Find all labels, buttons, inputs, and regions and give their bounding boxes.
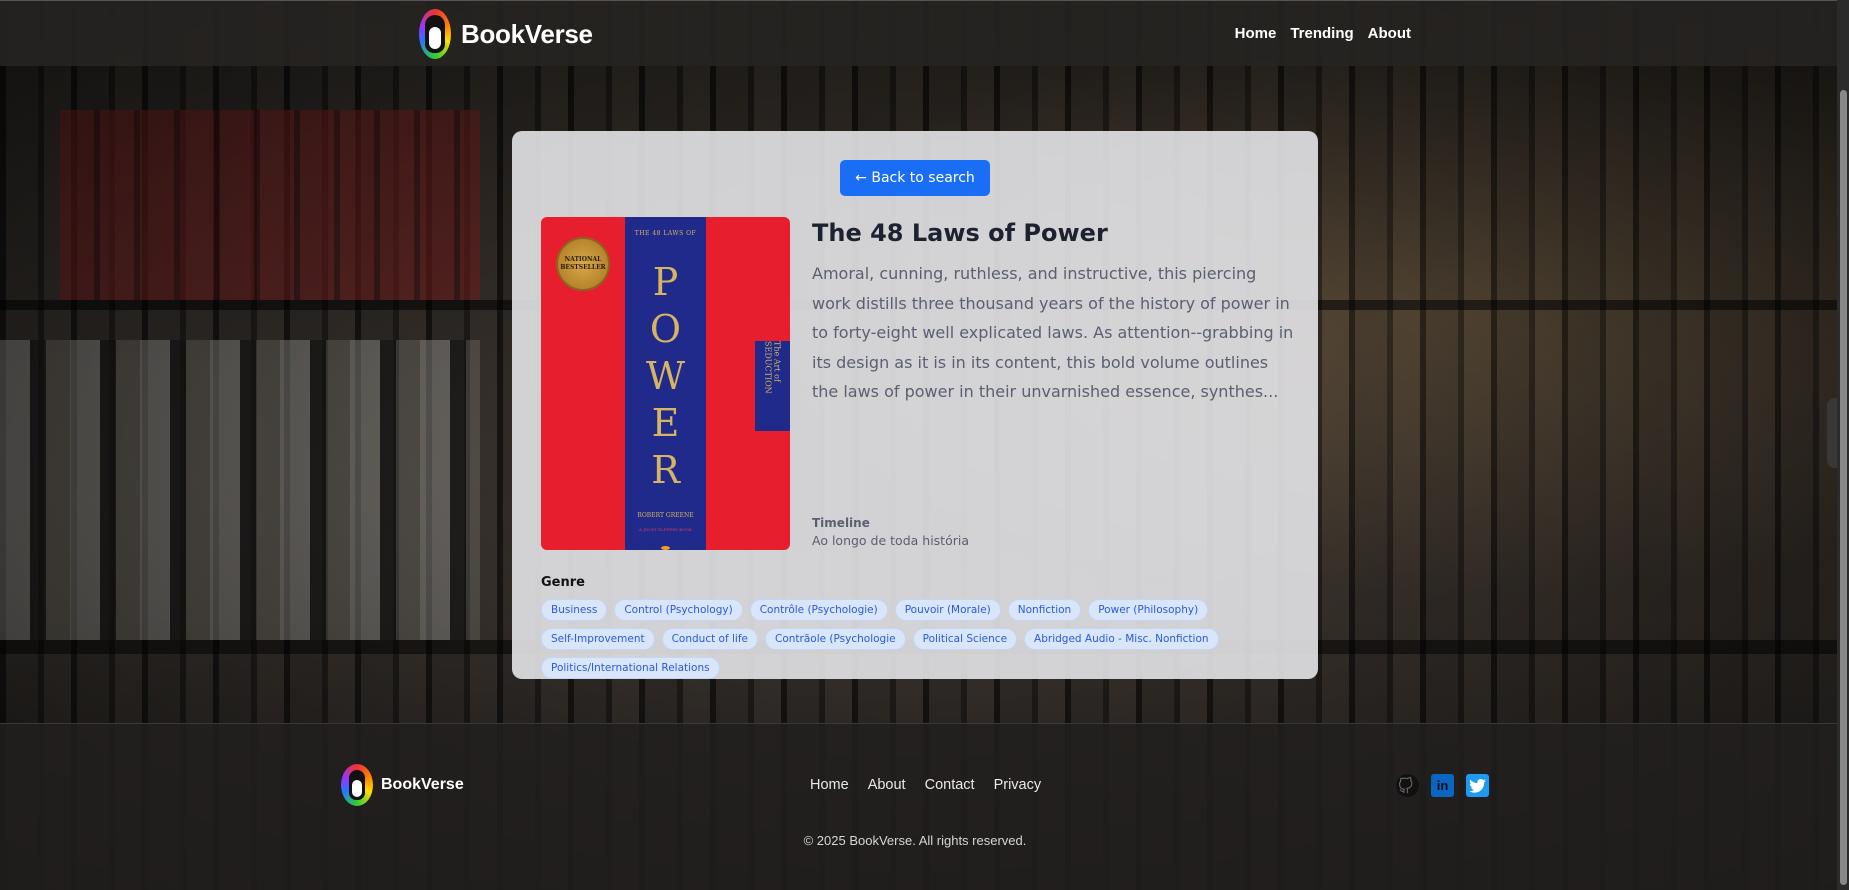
twitter-icon[interactable] <box>1466 774 1489 797</box>
site-footer: BookVerse Home About Contact Privacy in … <box>0 723 1837 890</box>
cover-side-text: The Art of SEDUCTION <box>755 341 790 431</box>
genre-tag[interactable]: Politics/International Relations <box>541 657 720 679</box>
book-cover-image: THE 48 LAWS OF POWER ROBERT GREENE A JOO… <box>541 217 790 550</box>
genre-tag[interactable]: Business <box>541 599 608 621</box>
footer-contact-link[interactable]: Contact <box>925 777 975 793</box>
nav-trending-link[interactable]: Trending <box>1290 25 1353 42</box>
timeline-label: Timeline <box>812 516 870 530</box>
book-title: The 48 Laws of Power <box>812 219 1108 247</box>
footer-brand-name: BookVerse <box>381 776 464 793</box>
genre-tag[interactable]: Self-Improvement <box>541 628 655 650</box>
cover-author: ROBERT GREENE <box>637 512 694 519</box>
cover-top-text: THE 48 LAWS OF <box>634 230 697 237</box>
genre-tag[interactable]: Control (Psychology) <box>614 599 743 621</box>
cover-subtitle: A JOOST ELFFERS BOOK <box>639 527 692 532</box>
nav-about-link[interactable]: About <box>1368 25 1411 42</box>
book-description: Amoral, cunning, ruthless, and instructi… <box>812 264 1294 401</box>
github-icon[interactable] <box>1396 774 1419 797</box>
genre-tag[interactable]: Political Science <box>912 628 1018 650</box>
book-detail-card: ← Back to search THE 48 LAWS OF POWER RO… <box>512 131 1318 679</box>
genre-tag-list: Business Control (Psychology) Contrôle (… <box>541 599 1301 679</box>
genre-tag[interactable]: Abridged Audio - Misc. Nonfiction <box>1024 628 1219 650</box>
penguin-logo-icon <box>341 764 373 806</box>
brand-name: BookVerse <box>461 18 593 49</box>
top-navbar: BookVerse Home Trending About <box>0 0 1849 66</box>
timeline-value: Ao longo de toda história <box>812 533 969 548</box>
genre-tag[interactable]: Conduct of life <box>661 628 759 650</box>
genre-tag[interactable]: Contrôle (Psychologie) <box>749 599 888 621</box>
brand-link[interactable]: BookVerse <box>419 9 593 59</box>
footer-brand-link[interactable]: BookVerse <box>341 764 464 806</box>
scrollbar-thumb[interactable] <box>1840 90 1847 885</box>
side-panel-tab[interactable] <box>1827 398 1837 468</box>
genre-tag[interactable]: Pouvoir (Morale) <box>894 599 1001 621</box>
back-to-search-button[interactable]: ← Back to search <box>840 160 990 196</box>
cover-big-text: POWER <box>645 260 686 492</box>
page-scrollbar[interactable] <box>1837 0 1849 890</box>
genre-label: Genre <box>541 575 585 590</box>
bestseller-badge: NATIONAL BESTSELLER <box>556 237 610 291</box>
genre-tag[interactable]: Contrãole (Psychologie <box>765 628 906 650</box>
genre-tag[interactable]: Power (Philosophy) <box>1088 599 1209 621</box>
genre-tag[interactable]: Nonfiction <box>1007 599 1082 621</box>
publisher-logo-icon <box>661 546 670 550</box>
footer-nav: Home About Contact Privacy <box>810 777 1041 793</box>
copyright-text: © 2025 BookVerse. All rights reserved. <box>803 833 1027 848</box>
linkedin-icon[interactable]: in <box>1431 774 1454 797</box>
footer-privacy-link[interactable]: Privacy <box>994 777 1042 793</box>
main-nav: Home Trending About <box>1235 25 1411 42</box>
social-links: in <box>1396 774 1489 797</box>
penguin-logo-icon <box>419 9 451 59</box>
footer-about-link[interactable]: About <box>868 777 906 793</box>
footer-home-link[interactable]: Home <box>810 777 849 793</box>
nav-home-link[interactable]: Home <box>1235 25 1277 42</box>
